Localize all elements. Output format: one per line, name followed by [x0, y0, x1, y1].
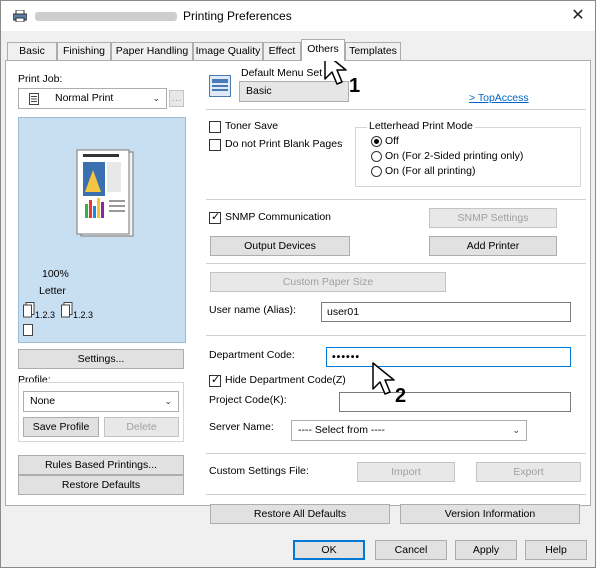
version-information-button[interactable]: Version Information [400, 504, 580, 524]
department-code-input[interactable]: •••••• [326, 347, 571, 367]
help-button[interactable]: Help [525, 540, 587, 560]
paper-size-text: Letter [39, 285, 66, 297]
tab-finishing[interactable]: Finishing [57, 42, 111, 60]
tab-paper-handling[interactable]: Paper Handling [111, 42, 193, 60]
chevron-down-icon: ⌄ [152, 93, 160, 103]
toner-save-checkbox[interactable] [209, 121, 221, 133]
delete-profile-button[interactable]: Delete [104, 417, 179, 437]
separator-5 [206, 453, 586, 454]
tab-templates[interactable]: Templates [345, 42, 401, 60]
add-printer-button[interactable]: Add Printer [429, 236, 557, 256]
project-code-label: Project Code(K): [209, 394, 287, 406]
letterhead-2sided-radio[interactable] [371, 151, 382, 162]
cursor-pointer-icon-2 [372, 362, 395, 395]
letterhead-all-label: On (For all printing) [385, 165, 476, 177]
title-bar: Printing Preferences ✕ [1, 1, 595, 31]
document-icon [29, 93, 39, 105]
document-preview-icon [76, 149, 134, 237]
server-name-value: ---- Select from ---- [298, 424, 385, 436]
separator-4 [206, 335, 586, 336]
separator-3 [206, 263, 586, 264]
tab-effect[interactable]: Effect [263, 42, 301, 60]
printing-preferences-window: Printing Preferences ✕ Basic Finishing P… [0, 0, 596, 568]
print-job-value: Normal Print [55, 92, 114, 104]
snmp-checkbox[interactable] [209, 210, 221, 224]
close-icon[interactable]: ✕ [567, 6, 589, 26]
toner-save-label: Toner Save [225, 120, 279, 132]
snmp-label: SNMP Communication [225, 211, 332, 223]
import-button[interactable]: Import [357, 462, 455, 482]
separator-2 [206, 199, 586, 200]
separator-6 [206, 494, 586, 495]
callout-2: 2 [395, 385, 407, 407]
top-access-link[interactable]: > TopAccess [469, 92, 529, 104]
ok-button[interactable]: OK [293, 540, 365, 560]
restore-all-defaults-button[interactable]: Restore All Defaults [210, 504, 390, 524]
collate-icon-2 [61, 302, 73, 318]
collate-label-1: 1.2.3 [35, 310, 56, 320]
custom-paper-size-button[interactable]: Custom Paper Size [210, 272, 446, 292]
user-name-input[interactable]: user01 [321, 302, 571, 322]
printer-icon [13, 10, 27, 22]
letterhead-all-radio[interactable] [371, 166, 382, 177]
output-devices-button[interactable]: Output Devices [210, 236, 350, 256]
tab-others[interactable]: Others [301, 39, 345, 61]
server-name-label: Server Name: [209, 421, 274, 433]
export-button[interactable]: Export [476, 462, 581, 482]
save-profile-button[interactable]: Save Profile [23, 417, 99, 437]
default-menu-set-value: Basic [246, 85, 272, 97]
letterhead-off-radio[interactable] [371, 136, 382, 147]
print-preview-pane: 100% Letter 1.2.3 1.2.3 [18, 117, 186, 343]
default-menu-set-label: Default Menu Set [241, 67, 323, 79]
tab-basic[interactable]: Basic [7, 42, 57, 60]
window-title: Printing Preferences [183, 9, 292, 23]
letterhead-off-label: Off [385, 135, 399, 147]
zoom-text: 100% [42, 268, 69, 280]
no-blank-pages-label: Do not Print Blank Pages [225, 138, 343, 150]
collate-icon [23, 302, 35, 318]
chevron-down-icon: ⌄ [164, 396, 172, 406]
separator-1 [206, 109, 586, 110]
apply-button[interactable]: Apply [455, 540, 517, 560]
server-name-select[interactable]: ---- Select from ---- ⌄ [291, 420, 527, 441]
cancel-button[interactable]: Cancel [375, 540, 447, 560]
restore-defaults-button[interactable]: Restore Defaults [18, 475, 184, 495]
default-menu-icon [209, 75, 231, 97]
profile-select[interactable]: None ⌄ [23, 391, 179, 412]
callout-1: 1 [349, 75, 361, 97]
letterhead-2sided-label: On (For 2-Sided printing only) [385, 150, 524, 162]
profile-value: None [30, 395, 56, 407]
settings-button[interactable]: Settings... [18, 349, 184, 369]
hide-department-code-checkbox[interactable] [209, 373, 221, 387]
rules-based-printings-button[interactable]: Rules Based Printings... [18, 455, 184, 475]
tab-image-quality[interactable]: Image Quality [193, 42, 263, 60]
custom-settings-file-label: Custom Settings File: [209, 465, 309, 477]
snmp-settings-button[interactable]: SNMP Settings [429, 208, 557, 228]
collate-label-2: 1.2.3 [73, 310, 94, 320]
department-code-label: Department Code: [209, 349, 295, 361]
hide-department-code-label: Hide Department Code(Z) [225, 374, 346, 386]
print-job-label: Print Job: [18, 73, 63, 85]
user-name-label: User name (Alias): [209, 304, 296, 316]
print-job-more-button[interactable]: … [169, 90, 184, 107]
print-job-select[interactable]: Normal Print ⌄ [18, 88, 167, 109]
no-blank-pages-checkbox[interactable] [209, 139, 221, 151]
chevron-down-icon: ⌄ [512, 425, 520, 435]
page-small-icon [23, 324, 33, 336]
printer-name-redacted [35, 12, 177, 21]
letterhead-legend: Letterhead Print Mode [367, 120, 475, 132]
